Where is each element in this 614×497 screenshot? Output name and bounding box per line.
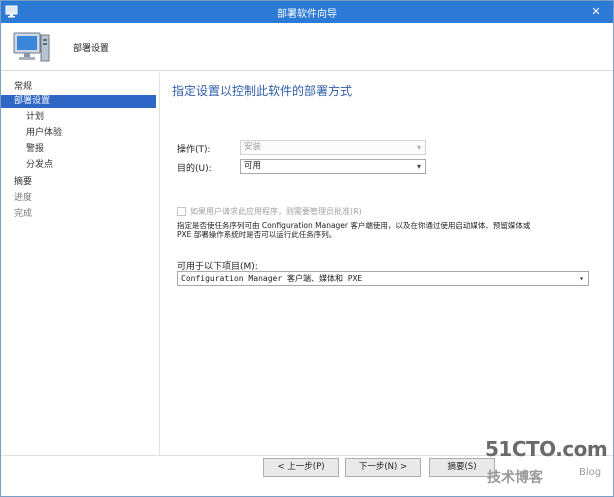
available-to-select[interactable]: Configuration Manager 客户端、媒体和 PXE ▾ <box>177 271 589 286</box>
nav-item-schedule[interactable]: 计划 <box>1 111 156 124</box>
chevron-down-icon[interactable]: ▾ <box>417 160 421 173</box>
nav-item-completion: 完成 <box>14 209 33 219</box>
nav-item-progress: 进度 <box>14 193 33 203</box>
chevron-down-icon[interactable]: ▾ <box>579 272 584 285</box>
nav-item-distribution-points[interactable]: 分发点 <box>1 159 156 172</box>
chevron-down-icon: ▾ <box>416 143 421 152</box>
wizard-nav: 常规 部署设置 计划 用户体验 警报 分发点 摘要 进度 完成 <box>1 73 159 453</box>
watermark-blog: Blog <box>579 467 602 478</box>
nav-item-user-experience[interactable]: 用户体验 <box>1 127 156 140</box>
watermark-brand: 51CTO.com <box>485 437 608 461</box>
main-panel: 指定设置以控制此软件的部署方式 操作(T): 安装 ▾ 目的(U): 可用 ▾ … <box>160 73 613 455</box>
nav-item-deployment-settings[interactable]: 部署设置 <box>1 95 156 108</box>
main-heading: 指定设置以控制此软件的部署方式 <box>172 84 353 98</box>
page-title: 部署设置 <box>73 44 110 54</box>
task-sequence-description: 指定是否使任务序列可由 Configuration Manager 客户端使用，… <box>177 221 597 239</box>
nav-item-summary[interactable]: 摘要 <box>1 176 156 189</box>
purpose-value: 可用 <box>244 161 262 171</box>
available-to-value: Configuration Manager 客户端、媒体和 PXE <box>181 274 363 283</box>
close-icon[interactable]: ✕ <box>583 4 609 20</box>
watermark-subtitle: 技术博客 <box>487 470 543 486</box>
wizard-window: 部署软件向导 ✕ 部署设置 常规 部署设置 计划 用户体验 警报 分发点 摘要 … <box>0 0 614 497</box>
next-button[interactable]: 下一步(N) > <box>345 458 421 477</box>
window-title: 部署软件向导 <box>277 9 337 20</box>
previous-button[interactable]: < 上一步(P) <box>263 458 339 477</box>
wizard-header: 部署设置 <box>1 23 613 71</box>
nav-item-alerts[interactable]: 警报 <box>1 143 156 156</box>
description-line-2: PXE 部署操作系统时是否可以运行此任务序列。 <box>177 230 337 239</box>
admin-approval-checkbox <box>177 207 186 216</box>
computer-icon <box>11 29 51 67</box>
purpose-select[interactable]: 可用 ▾ <box>240 159 426 174</box>
nav-item-general[interactable]: 常规 <box>1 81 156 94</box>
description-line-1: 指定是否使任务序列可由 Configuration Manager 客户端使用，… <box>177 221 531 230</box>
action-label: 操作(T): <box>177 145 211 155</box>
action-select: 安装 ▾ <box>240 140 426 155</box>
purpose-label: 目的(U): <box>177 164 212 174</box>
action-value: 安装 <box>244 142 262 152</box>
admin-approval-label: 如果用户请求此应用程序，则需要管理员批准(R) <box>190 207 362 216</box>
title-bar: 部署软件向导 ✕ <box>1 1 613 23</box>
